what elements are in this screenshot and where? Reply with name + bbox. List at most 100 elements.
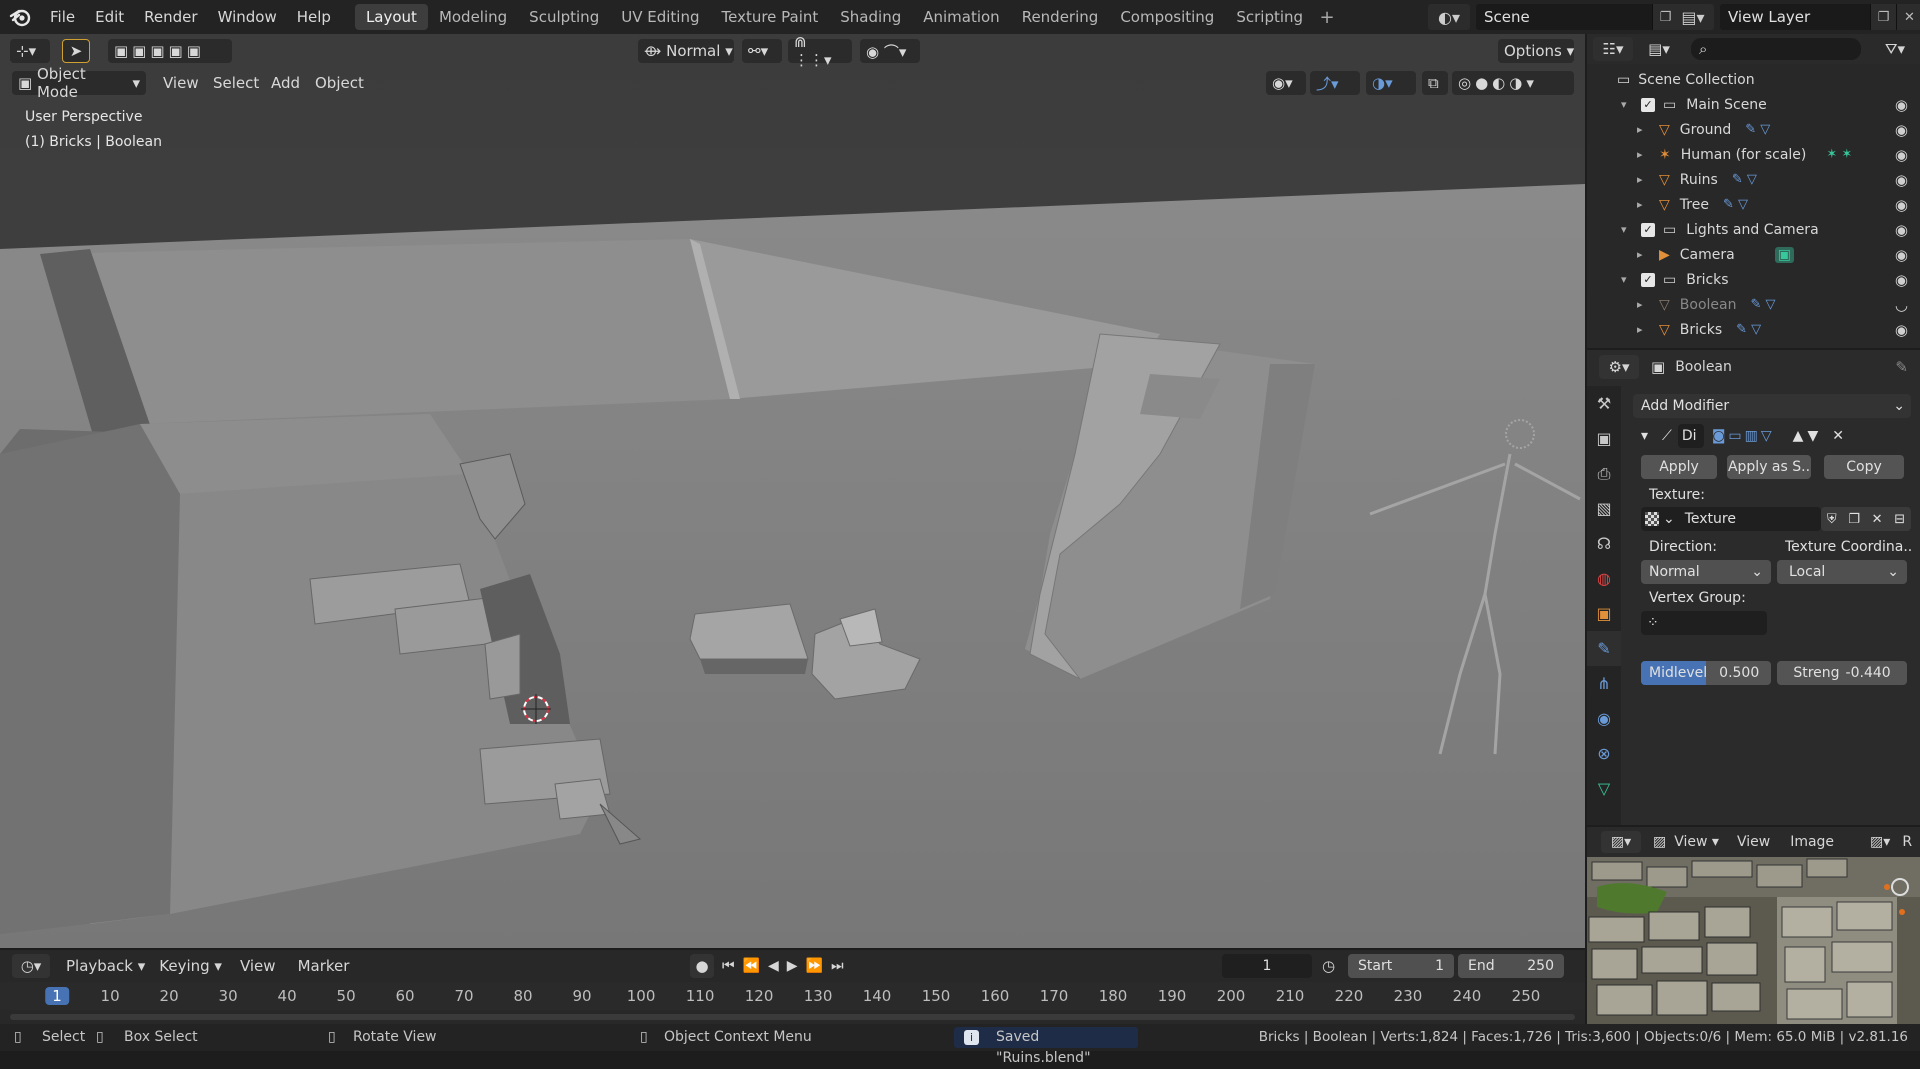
filter-icon[interactable]: ⛛▾ bbox=[1877, 40, 1913, 58]
disclosure-icon[interactable]: ▸ bbox=[1637, 298, 1651, 311]
pin-icon[interactable]: ✎ bbox=[1895, 358, 1908, 376]
image-browse-icon[interactable]: ▨▾ bbox=[1870, 834, 1890, 850]
tab-scripting[interactable]: Scripting bbox=[1225, 4, 1314, 30]
disclosure-icon[interactable]: ▸ bbox=[1637, 148, 1651, 161]
copy-button[interactable]: Copy bbox=[1824, 455, 1904, 479]
disclosure-icon[interactable]: ▸ bbox=[1637, 248, 1651, 261]
data-tab-icon[interactable]: ▽ bbox=[1587, 771, 1621, 806]
view-layer-delete-icon[interactable]: ✕ bbox=[1896, 4, 1920, 30]
tab-rendering[interactable]: Rendering bbox=[1011, 4, 1110, 30]
checkbox-icon[interactable]: ✓ bbox=[1641, 272, 1655, 287]
outliner-row[interactable]: ▸ ✶ Human (for scale) ✶ ✶ ◉ bbox=[1587, 142, 1920, 167]
tab-layout[interactable]: Layout bbox=[354, 4, 428, 30]
shading-mode-icons[interactable]: ◎●◐◑▾ bbox=[1452, 71, 1574, 95]
timeline-menu-view[interactable]: View bbox=[240, 957, 276, 975]
tab-texture-paint[interactable]: Texture Paint bbox=[710, 4, 829, 30]
image-editor-type-icon[interactable]: ▨▾ bbox=[1601, 831, 1641, 853]
render-tab-icon[interactable]: ▣ bbox=[1587, 421, 1621, 456]
outliner-row[interactable]: ▸ ▽ Tree ✎ ▽ ◉ bbox=[1587, 192, 1920, 217]
visibility-eye-icon[interactable]: ◉ bbox=[1895, 146, 1908, 164]
menu-window[interactable]: Window bbox=[208, 8, 287, 26]
visibility-eye-icon[interactable]: ◉ bbox=[1895, 221, 1908, 239]
expand-icon[interactable]: ▾ bbox=[1621, 98, 1635, 111]
visibility-eye-icon[interactable]: ◡ bbox=[1895, 296, 1908, 314]
proportional-edit-icon[interactable]: ◉ ⌒▾ bbox=[860, 39, 920, 63]
view-layer-name-field[interactable]: View Layer bbox=[1720, 4, 1870, 30]
add-workspace-icon[interactable]: + bbox=[1314, 7, 1340, 28]
outliner-row[interactable]: ▸ ▽ Bricks ✎ ▽ ◉ bbox=[1587, 317, 1920, 342]
outliner-editor-icon[interactable]: ☷▾ bbox=[1593, 37, 1633, 61]
viewport-menu-add[interactable]: Add bbox=[271, 71, 300, 95]
tab-compositing[interactable]: Compositing bbox=[1109, 4, 1225, 30]
collapse-icon[interactable]: ▾ bbox=[1641, 428, 1648, 444]
image-menu-image[interactable]: Image bbox=[1790, 834, 1834, 850]
visibility-eye-icon[interactable]: ◉ bbox=[1895, 196, 1908, 214]
tab-shading[interactable]: Shading bbox=[829, 4, 912, 30]
outliner-row[interactable]: ▸ ▶ Camera ▣ ◉ bbox=[1587, 242, 1920, 267]
modifier-display-toggles[interactable]: ◙▭▥▽ bbox=[1712, 428, 1775, 444]
clock-icon[interactable]: ◷ bbox=[1322, 957, 1335, 975]
disclosure-icon[interactable]: ▸ bbox=[1637, 323, 1651, 336]
disclosure-icon[interactable]: ▸ bbox=[1637, 173, 1651, 186]
move-down-icon[interactable]: ▼ bbox=[1807, 428, 1818, 444]
fake-user-icon[interactable]: ⛨ bbox=[1827, 512, 1837, 527]
scene-tab-icon[interactable]: ☊ bbox=[1587, 526, 1621, 561]
visibility-eye-icon[interactable]: ◉ bbox=[1895, 246, 1908, 264]
midlevel-slider[interactable]: Midlevel 0.500 bbox=[1641, 661, 1771, 685]
duplicate-icon[interactable]: ❐ bbox=[1848, 512, 1860, 527]
start-frame-field[interactable]: Start 1 bbox=[1348, 954, 1454, 978]
constraints-tab-icon[interactable]: ⊗ bbox=[1587, 736, 1621, 771]
timeline-menu-keying[interactable]: Keying bbox=[159, 957, 209, 975]
select-tool-icon[interactable]: ➤ bbox=[62, 39, 90, 63]
move-up-icon[interactable]: ▲ bbox=[1793, 428, 1804, 444]
apply-as-shape-button[interactable]: Apply as S.. bbox=[1727, 455, 1811, 479]
timeline-menu-marker[interactable]: Marker bbox=[298, 957, 350, 975]
options-dropdown[interactable]: Options ▾ bbox=[1498, 39, 1574, 63]
outliner-row[interactable]: ▾ ✓ ▭ Bricks ◉ bbox=[1587, 267, 1920, 292]
outliner-row[interactable]: ▾ ✓ ▭ Lights and Camera ◉ bbox=[1587, 217, 1920, 242]
object-mode-dropdown[interactable]: ▣ Object Mode ▾ bbox=[12, 65, 146, 101]
tab-modeling[interactable]: Modeling bbox=[428, 4, 518, 30]
playhead[interactable]: 1 bbox=[45, 987, 69, 1005]
visibility-eye-icon[interactable]: ◉ bbox=[1895, 121, 1908, 139]
viewport-menu-view[interactable]: View bbox=[163, 71, 199, 95]
3d-viewport[interactable]: ⊹▾ ➤ ▣▣▣▣▣ ⟴ Normal ▾ ⚯▾ ⋒ ⋮⋮▾ ◉ ⌒▾ Opti… bbox=[0, 34, 1585, 948]
modifier-tab-icon[interactable]: ✎ bbox=[1587, 631, 1621, 666]
blender-logo-icon[interactable] bbox=[0, 0, 40, 34]
outliner-row[interactable]: ▸ ▽ Ruins ✎ ▽ ◉ bbox=[1587, 167, 1920, 192]
visibility-eye-icon[interactable]: ◉ bbox=[1895, 271, 1908, 289]
timeline-ruler[interactable]: 1 10 20 30 40 50 60 70 80 90 100 110 120 130 140 150 160… bbox=[0, 982, 1585, 1010]
menu-file[interactable]: File bbox=[40, 8, 85, 26]
image-name-truncated[interactable]: R bbox=[1902, 834, 1912, 850]
visibility-eye-icon[interactable]: ◉ bbox=[1895, 96, 1908, 114]
editor-type-icon[interactable]: ⊹▾ bbox=[10, 39, 50, 63]
gizmo-icon[interactable]: ⤴▾ bbox=[1310, 71, 1360, 95]
visibility-icon[interactable]: ◉▾ bbox=[1266, 71, 1306, 95]
select-mode-icons[interactable]: ▣▣▣▣▣ bbox=[108, 39, 232, 63]
timeline-scrollbar[interactable] bbox=[10, 1014, 1575, 1020]
texture-field[interactable]: ⌄ Texture bbox=[1641, 507, 1821, 531]
add-modifier-dropdown[interactable]: Add Modifier ⌄ bbox=[1633, 394, 1911, 418]
outliner-search-input[interactable]: ⌕ bbox=[1691, 38, 1861, 60]
checkbox-icon[interactable]: ✓ bbox=[1641, 97, 1655, 112]
unlink-icon[interactable]: ✕ bbox=[1872, 512, 1883, 527]
menu-render[interactable]: Render bbox=[134, 8, 207, 26]
outliner-scene-collection[interactable]: ▭ Scene Collection bbox=[1587, 67, 1920, 92]
view-layer-tab-icon[interactable]: ▧ bbox=[1587, 491, 1621, 526]
physics-tab-icon[interactable]: ◉ bbox=[1587, 701, 1621, 736]
visibility-eye-icon[interactable]: ◉ bbox=[1895, 321, 1908, 339]
timeline-menu-playback[interactable]: Playback bbox=[66, 957, 133, 975]
tool-tab-icon[interactable]: ⚒ bbox=[1587, 386, 1621, 421]
strength-field[interactable]: Streng -0.440 bbox=[1777, 661, 1907, 685]
view-layer-new-icon[interactable]: ❐ bbox=[1870, 4, 1896, 30]
outliner-row[interactable]: ▸ ▽ Boolean ✎ ▽ ◡ bbox=[1587, 292, 1920, 317]
tab-sculpting[interactable]: Sculpting bbox=[518, 4, 610, 30]
disclosure-icon[interactable]: ▸ bbox=[1637, 198, 1651, 211]
visibility-eye-icon[interactable]: ◉ bbox=[1895, 171, 1908, 189]
record-icon[interactable]: ● bbox=[690, 954, 714, 978]
direction-dropdown[interactable]: Normal ⌄ bbox=[1641, 560, 1771, 584]
scene-name-field[interactable]: Scene bbox=[1476, 4, 1652, 30]
menu-edit[interactable]: Edit bbox=[85, 8, 134, 26]
expand-icon[interactable]: ▾ bbox=[1621, 273, 1635, 286]
viewport-menu-object[interactable]: Object bbox=[315, 71, 364, 95]
